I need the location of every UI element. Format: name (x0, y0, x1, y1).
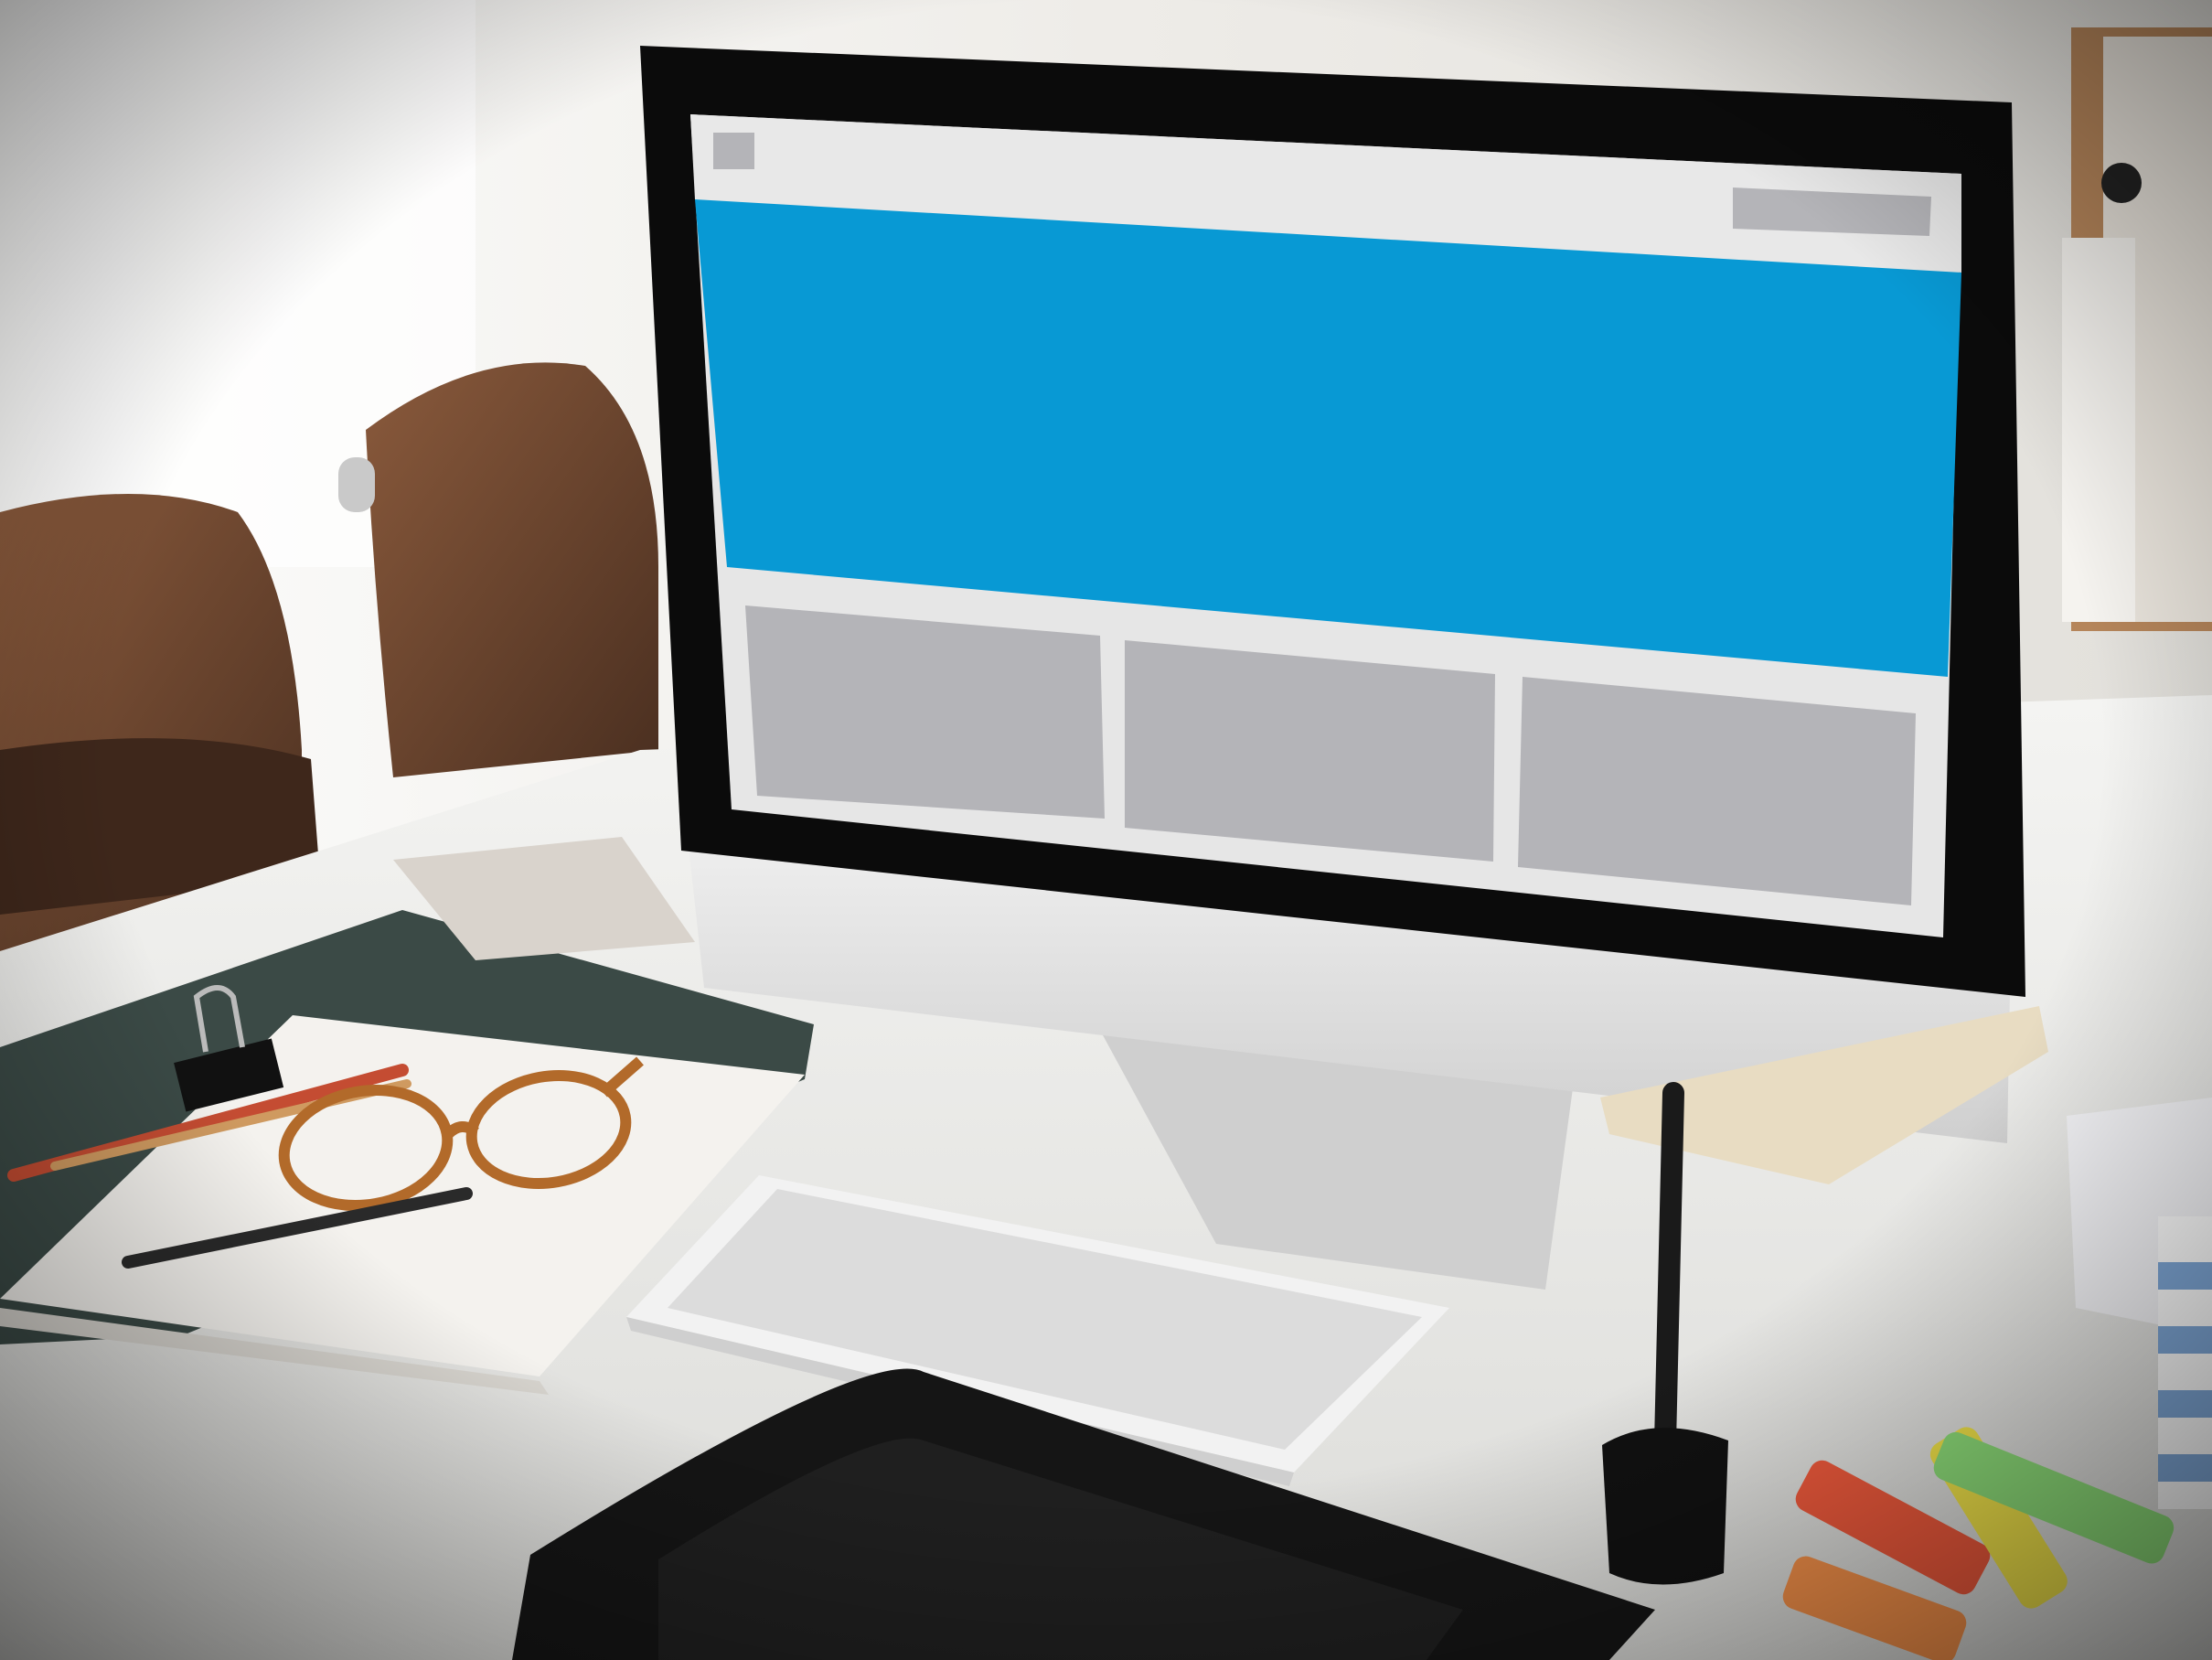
desk-scene-photo (0, 0, 2212, 1660)
photo-vignette (0, 0, 2212, 1660)
scene-illustration (0, 0, 2212, 1660)
